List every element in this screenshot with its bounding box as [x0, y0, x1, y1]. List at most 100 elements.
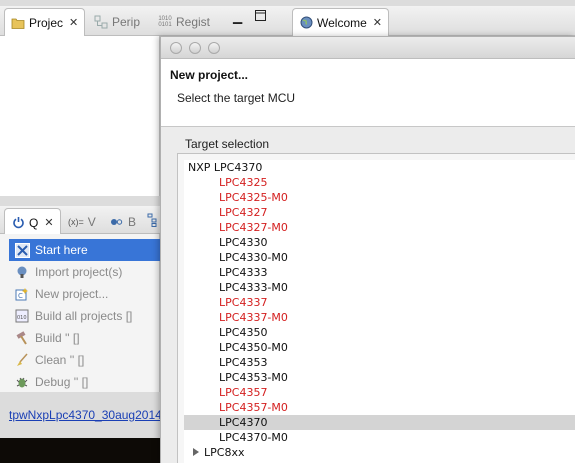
tree-item[interactable]: LPC4350: [184, 325, 575, 340]
desktop-background: [0, 438, 160, 463]
tab-label: Welcome: [317, 15, 367, 30]
quickstart-build-all[interactable]: 010 Build all projects []: [9, 305, 160, 327]
tree-item-label: LPC4357-M0: [219, 401, 288, 414]
tab-label: Regist: [176, 15, 211, 29]
tree-item[interactable]: LPC4353: [184, 355, 575, 370]
tree-item[interactable]: LPC4357-M0: [184, 400, 575, 415]
tab-peripherals[interactable]: Perip: [88, 8, 146, 36]
tree-item[interactable]: LPC4353-M0: [184, 370, 575, 385]
workspace-link[interactable]: tpwNxpLpc4370_30aug2014: [9, 408, 162, 422]
quickstart-label: Build all projects []: [35, 309, 133, 323]
project-explorer-pane: [0, 36, 160, 196]
close-icon[interactable]: ✕: [44, 216, 53, 229]
variables-icon: (x)=: [68, 217, 84, 227]
tree-group-collapsed[interactable]: LPC8xx: [184, 445, 575, 460]
tree-item[interactable]: LPC4333: [184, 265, 575, 280]
quickstart-build[interactable]: Build '' []: [9, 327, 160, 349]
quickstart-clean[interactable]: Clean '' []: [9, 349, 160, 371]
tab-label: Q: [29, 215, 39, 230]
quickstart-pane: Start here Import project(s) C New proje…: [0, 234, 160, 392]
hammer-icon: [14, 330, 30, 346]
tree-item-label: LPC4333-M0: [219, 281, 288, 294]
build-all-icon: 010: [14, 308, 30, 324]
tree-item-label: LPC4370-M0: [219, 431, 288, 444]
tab-welcome[interactable]: Welcome ✕: [292, 8, 390, 36]
outline-icon[interactable]: [146, 213, 160, 227]
tree-item-label: LPC4350: [219, 326, 268, 339]
tree-item-label: LPC4325: [219, 176, 268, 189]
dialog-titlebar: [161, 37, 575, 59]
target-selection-label: Target selection: [185, 137, 270, 151]
globe-icon: [299, 16, 313, 30]
tree-item-label: LPC4327: [219, 206, 268, 219]
maximize-icon[interactable]: [255, 10, 266, 24]
bug-icon: [14, 374, 30, 390]
tree-item[interactable]: LPC4330-M0: [184, 250, 575, 265]
minimize-icon[interactable]: ▁: [233, 10, 242, 24]
tree-group-label: LPC8xx: [204, 446, 245, 459]
tree-item[interactable]: LPC4327-M0: [184, 220, 575, 235]
tree-root[interactable]: NXP LPC4370: [184, 160, 575, 175]
dialog-header: New project... Select the target MCU: [161, 59, 575, 127]
tree-item-label: LPC4327-M0: [219, 221, 288, 234]
tree-item[interactable]: LPC4350-M0: [184, 340, 575, 355]
tab-label: B: [128, 215, 137, 229]
close-window-button[interactable]: [170, 42, 182, 54]
tree-item[interactable]: LPC4357: [184, 385, 575, 400]
tree-item-label: LPC4330-M0: [219, 251, 288, 264]
mcu-tree[interactable]: NXP LPC4370 LPC4325 LPC4325-M0 LPC4327 L…: [184, 160, 575, 463]
quickstart-import-project[interactable]: Import project(s): [9, 261, 160, 283]
tab-quickstart[interactable]: Q ✕: [4, 208, 61, 236]
project-tabbar: Projec ✕ Perip 1010 0101 Regist ▁: [0, 6, 290, 36]
target-tree-box: NXP LPC4370 LPC4325 LPC4325-M0 LPC4327 L…: [177, 153, 575, 463]
tree-item-label: LPC4337: [219, 296, 268, 309]
zoom-window-button[interactable]: [208, 42, 220, 54]
close-icon[interactable]: ✕: [373, 16, 382, 29]
tree-item[interactable]: LPC4337: [184, 295, 575, 310]
quickstart-label: Import project(s): [35, 265, 123, 279]
tree-item-label: LPC4357: [219, 386, 268, 399]
close-icon[interactable]: ✕: [69, 16, 78, 29]
tree-item-label: LPC4350-M0: [219, 341, 288, 354]
new-project-dialog: New project... Select the target MCU Tar…: [160, 36, 575, 463]
tree-item[interactable]: LPC4330: [184, 235, 575, 250]
tree-item[interactable]: LPC4337-M0: [184, 310, 575, 325]
editor-tabbar: Welcome ✕: [290, 6, 575, 36]
dialog-subtitle: Select the target MCU: [177, 91, 296, 105]
quickstart-label: Build '' []: [35, 331, 80, 345]
svg-text:010: 010: [17, 315, 27, 321]
tree-item-label: LPC4370: [219, 416, 268, 429]
tree-item[interactable]: LPC4327: [184, 205, 575, 220]
tree-item-label: LPC4353-M0: [219, 371, 288, 384]
tree-root-label: NXP LPC4370: [188, 161, 263, 174]
folder-icon: [11, 16, 25, 30]
tab-label: Perip: [112, 15, 141, 29]
tab-registers[interactable]: 1010 0101 Regist: [152, 8, 216, 36]
quickstart-label: Start here: [35, 243, 88, 257]
quickstart-debug[interactable]: Debug '' []: [9, 371, 160, 393]
tree-item[interactable]: LPC4370-M0: [184, 430, 575, 445]
minimize-window-button[interactable]: [189, 42, 201, 54]
tree-item[interactable]: LPC4370: [184, 415, 575, 430]
peripherals-icon: [94, 15, 108, 29]
quickstart-start-here[interactable]: Start here: [9, 239, 160, 261]
tree-item[interactable]: LPC4333-M0: [184, 280, 575, 295]
expand-arrow-icon[interactable]: [193, 448, 199, 456]
svg-text:C: C: [18, 292, 23, 300]
quickstart-tabbar: Q ✕ (x)= V B: [0, 206, 160, 236]
quickstart-label: Debug '' []: [35, 375, 89, 389]
tab-variables[interactable]: (x)= V: [62, 208, 102, 236]
quickstart-new-project[interactable]: C New project...: [9, 283, 160, 305]
tree-item-label: LPC4353: [219, 356, 268, 369]
tab-project-explorer[interactable]: Projec ✕: [4, 8, 86, 36]
tree-item[interactable]: LPC4325: [184, 175, 575, 190]
tab-label: Projec: [29, 15, 64, 30]
new-project-icon: C: [14, 286, 30, 302]
tree-item[interactable]: LPC4325-M0: [184, 190, 575, 205]
power-icon: [11, 216, 25, 230]
quickstart-label: Clean '' []: [35, 353, 85, 367]
dialog-heading: New project...: [170, 68, 249, 82]
start-icon: [14, 242, 30, 258]
import-icon: [14, 264, 30, 280]
tab-breakpoints[interactable]: B: [104, 208, 142, 236]
